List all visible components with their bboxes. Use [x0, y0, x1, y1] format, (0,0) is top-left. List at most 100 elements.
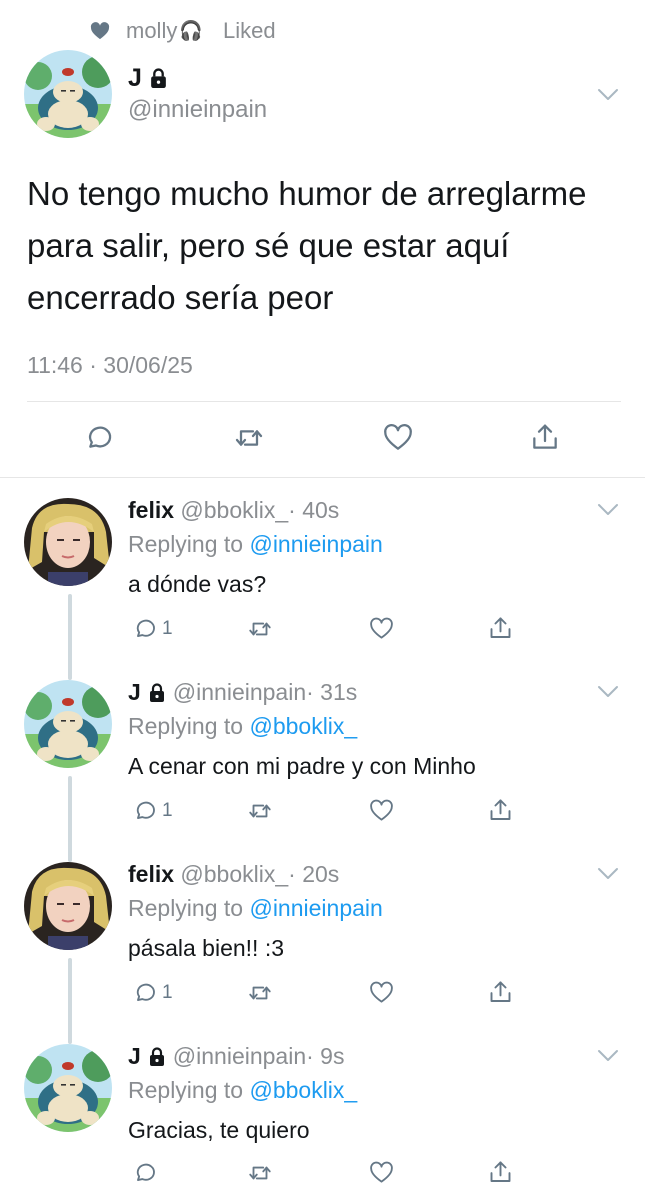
share-icon	[529, 420, 561, 454]
retweet-icon	[246, 798, 274, 824]
chevron-down-icon[interactable]	[597, 1049, 619, 1063]
reply-author-handle[interactable]: @bboklix_	[180, 497, 288, 523]
like-button[interactable]	[368, 1160, 395, 1186]
reply-author-name[interactable]: J	[128, 679, 141, 706]
retweet-button[interactable]	[246, 616, 274, 642]
lock-icon	[149, 683, 165, 703]
chevron-down-icon[interactable]	[597, 88, 619, 102]
thread-line	[68, 594, 72, 680]
like-icon	[368, 980, 395, 1006]
reply-count: 1	[162, 800, 173, 821]
reply-icon	[132, 616, 158, 642]
tweet-timestamp: 11:46 · 30/06/25	[27, 352, 193, 378]
retweet-button[interactable]	[246, 980, 274, 1006]
tweet-text-line: No tengo mucho humor de arreglarme	[27, 175, 587, 212]
reply-avatar[interactable]	[24, 1044, 112, 1132]
reply-author-handle[interactable]: @innieinpain	[173, 1043, 306, 1070]
like-button[interactable]	[368, 980, 395, 1006]
reply-text: A cenar con mi padre y con Minho	[128, 753, 476, 779]
reply-button[interactable]: 1	[132, 798, 173, 824]
like-icon	[368, 616, 395, 642]
reply-author-name[interactable]: felix	[128, 861, 174, 887]
share-button[interactable]	[487, 1158, 514, 1186]
main-tweet-avatar[interactable]	[24, 50, 112, 138]
share-button[interactable]	[487, 796, 514, 824]
replying-to-link[interactable]: @bboklix_	[249, 713, 357, 739]
replying-to-link[interactable]: @bboklix_	[249, 1077, 357, 1103]
like-button[interactable]	[382, 422, 414, 454]
reply-button[interactable]	[83, 422, 115, 454]
share-icon	[487, 614, 514, 642]
retweet-button[interactable]	[232, 422, 266, 454]
chevron-down-icon[interactable]	[597, 867, 619, 881]
reply-avatar[interactable]	[24, 498, 112, 586]
main-tweet-name: J	[128, 64, 142, 92]
reply-author-handle[interactable]: @bboklix_	[180, 861, 288, 887]
thread-line	[68, 958, 72, 1044]
reply-icon	[132, 798, 158, 824]
share-button[interactable]	[529, 420, 561, 454]
main-tweet-author[interactable]: J	[128, 64, 167, 93]
lock-icon	[150, 68, 167, 89]
reply-button[interactable]	[132, 1160, 162, 1186]
like-button[interactable]	[368, 616, 395, 642]
liked-by-user[interactable]: molly	[126, 18, 177, 44]
reply-button[interactable]: 1	[132, 980, 173, 1006]
main-tweet-handle[interactable]: @innieinpain	[128, 96, 267, 124]
chevron-down-icon[interactable]	[597, 685, 619, 699]
reply-time: · 20s	[288, 861, 340, 887]
chevron-down-icon[interactable]	[597, 503, 619, 517]
reply-count: 1	[162, 982, 173, 1003]
lock-icon	[149, 1047, 165, 1067]
reply-author-name[interactable]: felix	[128, 497, 174, 523]
reply-avatar[interactable]	[24, 680, 112, 768]
reply-author-name[interactable]: J	[128, 1043, 141, 1070]
tweet-text-line: encerrado sería peor	[27, 279, 334, 316]
retweet-icon	[246, 1160, 274, 1186]
reply-icon	[132, 980, 158, 1006]
reply-icon	[83, 422, 115, 454]
reply-header: J @innieinpain · 9s	[128, 1043, 344, 1070]
thread-line	[68, 776, 72, 862]
social-context: molly 🎧 Liked	[90, 16, 276, 46]
replying-to-link[interactable]: @innieinpain	[249, 531, 382, 557]
replying-to: Replying to @innieinpain	[128, 895, 383, 921]
retweet-icon	[246, 616, 274, 642]
reply-author-handle[interactable]: @innieinpain	[173, 679, 306, 706]
reply-icon	[132, 1160, 158, 1186]
like-icon	[368, 798, 395, 824]
reply-header: J @innieinpain · 31s	[128, 679, 357, 706]
reply-button[interactable]: 1	[132, 616, 173, 642]
heart-icon	[90, 22, 110, 40]
replying-to: Replying to @bboklix_	[128, 1077, 358, 1103]
divider	[27, 401, 621, 402]
replying-to: Replying to @innieinpain	[128, 531, 383, 557]
reply-time: · 40s	[288, 497, 340, 523]
share-button[interactable]	[487, 978, 514, 1006]
like-button[interactable]	[368, 798, 395, 824]
reply-time: · 31s	[306, 679, 358, 705]
reply-text: pásala bien!! :3	[128, 935, 285, 961]
replying-to-link[interactable]: @innieinpain	[249, 895, 382, 921]
liked-label: Liked	[223, 18, 276, 43]
reply-header: felix @bboklix_· 40s	[128, 497, 339, 524]
retweet-button[interactable]	[246, 798, 274, 824]
reply-time: · 9s	[306, 1043, 345, 1069]
retweet-icon	[232, 422, 266, 454]
reply-header: felix @bboklix_· 20s	[128, 861, 339, 888]
retweet-icon	[246, 980, 274, 1006]
main-tweet-text: No tengo mucho humor de arreglarme para …	[27, 168, 627, 324]
reply-text: a dónde vas?	[128, 571, 267, 597]
replying-to: Replying to @bboklix_	[128, 713, 358, 739]
like-icon	[382, 422, 414, 454]
share-button[interactable]	[487, 614, 514, 642]
headphones-icon: 🎧	[179, 21, 204, 42]
reply-count: 1	[162, 618, 173, 639]
like-icon	[368, 1160, 395, 1186]
divider	[0, 477, 645, 478]
reply-avatar[interactable]	[24, 862, 112, 950]
share-icon	[487, 1158, 514, 1186]
tweet-text-line: para salir, pero sé que estar aquí	[27, 227, 510, 264]
retweet-button[interactable]	[246, 1160, 274, 1186]
share-icon	[487, 978, 514, 1006]
